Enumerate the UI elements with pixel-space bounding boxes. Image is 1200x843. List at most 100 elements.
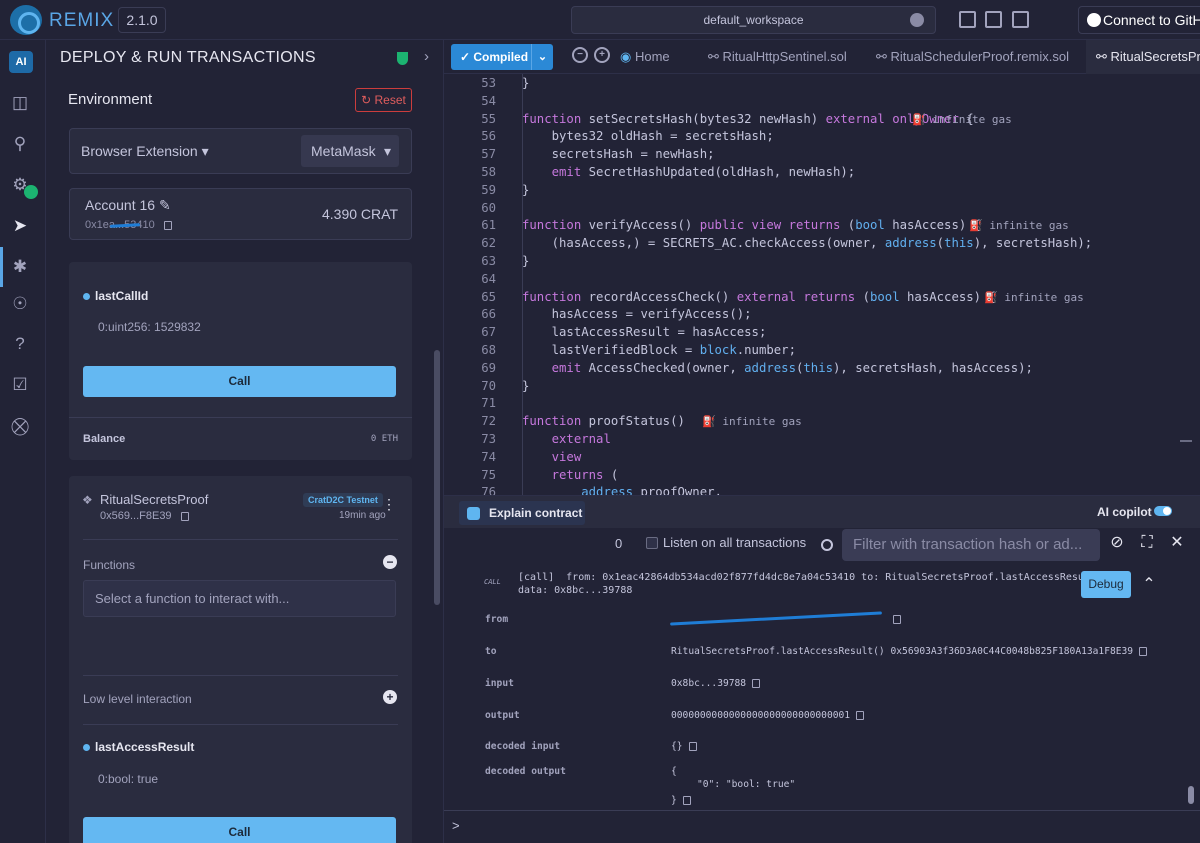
clear-console-icon[interactable]: ⊘ [1108, 534, 1126, 552]
github-label: Connect to GitHub [1103, 12, 1200, 28]
line-number: 61 [481, 218, 496, 233]
terminal-scrollbar[interactable] [1188, 786, 1194, 804]
divider [69, 417, 412, 418]
copy-icon[interactable] [893, 614, 901, 624]
chevron-down-icon[interactable]: ⌄ [531, 44, 553, 70]
copy-icon[interactable] [1139, 646, 1148, 656]
search-icon[interactable]: ⚲ [10, 134, 30, 154]
copy-icon[interactable] [688, 741, 697, 751]
terminal-prompt[interactable]: > [452, 818, 460, 833]
line-number: 67 [481, 325, 496, 340]
workspace-toggle-icon[interactable] [910, 13, 924, 27]
reset-label: Reset [374, 93, 406, 107]
decoded-output-body: "0": "bool: true" [697, 779, 796, 790]
detail-value: 0x8bc...39788 [671, 678, 761, 689]
call-button[interactable]: Call [83, 817, 396, 843]
collapse-icon[interactable]: − [383, 555, 397, 569]
environment-select[interactable]: Browser Extension ▾ MetaMask ▾ [69, 128, 412, 174]
code-line: (hasAccess,) = SECRETS_AC.checkAccess(ow… [522, 236, 1093, 251]
layout-bottom-panel-icon[interactable] [985, 11, 1002, 28]
copy-icon[interactable] [856, 710, 865, 720]
workspace-select[interactable]: default_workspace [571, 6, 936, 34]
layout-left-panel-icon[interactable] [959, 11, 976, 28]
deploy-icon[interactable]: ➤ [10, 216, 30, 236]
code-line: } [522, 254, 530, 268]
zoom-in-icon[interactable]: + [594, 47, 610, 63]
more-options-icon[interactable]: ⋮ [382, 496, 396, 513]
detail-value: {} [671, 741, 697, 752]
panel-scrollbar[interactable] [434, 350, 440, 605]
deployed-time: 19min ago [339, 510, 386, 521]
reset-button[interactable]: ↻ Reset [355, 88, 412, 112]
active-indicator [0, 247, 3, 287]
gas-estimate: ⛽ infinite gas [969, 219, 1069, 233]
debugger-icon[interactable]: ✱ [10, 257, 30, 277]
detail-key: from [485, 614, 509, 625]
copy-icon[interactable] [752, 678, 761, 688]
explain-contract-button[interactable]: Explain contract [459, 501, 585, 525]
copy-icon [180, 511, 189, 521]
maximize-icon[interactable]: ⛶ [1138, 534, 1156, 552]
detail-value: { [671, 766, 677, 777]
line-number: 64 [481, 271, 496, 286]
copy-icon [163, 220, 172, 230]
call-tag: CALL [484, 578, 501, 586]
account-selector[interactable]: Account 16 ✎ 0x1ea...53410 4.390 CRAT [69, 188, 412, 240]
line-number: 55 [481, 111, 496, 126]
copy-icon [682, 795, 691, 805]
provider-select[interactable]: MetaMask ▾ [301, 135, 399, 167]
check-icon: ✓ [460, 50, 474, 64]
function-select[interactable]: Select a function to interact with... [83, 580, 396, 617]
line-number: 74 [481, 449, 496, 464]
function-label: lastCallId [83, 289, 148, 303]
ai-icon[interactable]: AI [9, 51, 33, 73]
expand-icon[interactable]: + [383, 690, 397, 704]
tab-ritualsecretsproof[interactable]: ⚯ RitualSecretsProof [1086, 40, 1200, 74]
top-bar: REMIX 2.1.0 default_workspace Connect to… [0, 0, 1200, 40]
call-button[interactable]: Call [83, 366, 396, 397]
reset-icon: ↻ [361, 93, 375, 107]
code-line: function verifyAccess() public view retu… [522, 218, 982, 233]
detail-key: to [485, 646, 497, 657]
search-icon [821, 539, 833, 551]
code-area[interactable]: 53} 54 55 function setSecretsHash(bytes32 n… [444, 74, 1200, 495]
line-number: 68 [481, 343, 496, 357]
listen-checkbox[interactable] [646, 537, 658, 549]
debug-button[interactable]: Debug [1081, 571, 1131, 598]
code-line: function recordAccessCheck() external re… [522, 289, 996, 304]
code-line: function proofStatus() [522, 414, 685, 429]
pin-icon[interactable]: ❖ [82, 493, 93, 507]
filter-input[interactable]: Filter with transaction hash or ad... [842, 529, 1100, 561]
help-icon[interactable]: ? [10, 334, 30, 354]
file-explorer-icon[interactable]: ◫ [10, 93, 30, 113]
function-select-placeholder: Select a function to interact with... [95, 591, 290, 606]
chevron-up-icon[interactable]: ⌃ [1140, 576, 1158, 594]
gas-estimate: ⛽ infinite gas [702, 415, 802, 429]
plugin-manager-icon[interactable]: ⛒ [10, 417, 30, 437]
line-number: 69 [481, 360, 496, 375]
ai-copilot-label: AI copilot [1097, 505, 1152, 519]
tab-ritualschedulerproof[interactable]: ⚯ RitualSchedulerProof.remix.sol [876, 40, 1069, 74]
ai-copilot-toggle[interactable] [1154, 506, 1172, 516]
checklist-icon[interactable]: ☑ [10, 375, 30, 395]
github-icon [1087, 13, 1101, 27]
layout-right-panel-icon[interactable] [1012, 11, 1029, 28]
zoom-out-icon[interactable]: − [572, 47, 588, 63]
shield-icon [397, 52, 408, 65]
remix-logo-icon[interactable] [10, 5, 42, 35]
connect-github-button[interactable]: Connect to GitHub [1078, 6, 1200, 34]
file-icon: ⚯ [876, 49, 891, 64]
brand-name: REMIX [49, 10, 115, 31]
divider [83, 539, 398, 540]
git-icon[interactable]: ☉ [10, 294, 30, 314]
line-number: 58 [481, 165, 496, 179]
tab-ritualhttpsentinel[interactable]: ⚯ RitualHttpSentinel.sol [708, 40, 847, 74]
compiled-button[interactable]: ✓ Compiled ⌄ [451, 44, 553, 70]
chevron-right-icon[interactable]: › [424, 48, 429, 65]
contract-address: 0x569...F8E39 [100, 510, 189, 522]
tab-home[interactable]: ◉ Home [620, 40, 670, 74]
divider [83, 675, 398, 676]
close-icon[interactable]: ✕ [1168, 534, 1186, 552]
gas-estimate: ⛽ infinite gas [984, 290, 1084, 304]
divider [83, 724, 398, 725]
